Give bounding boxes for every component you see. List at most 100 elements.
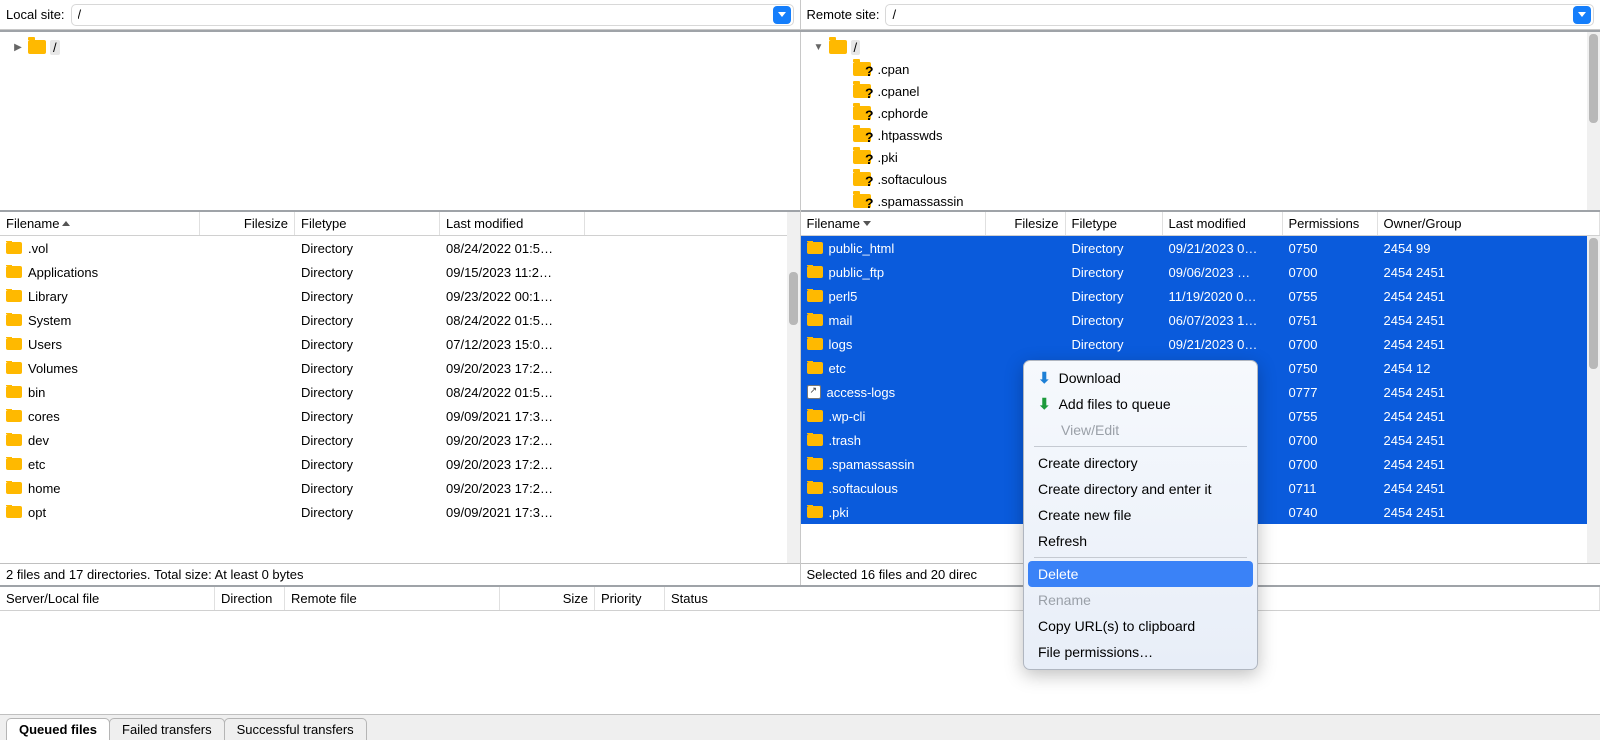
file-name: etc: [829, 361, 846, 376]
local-col-filesize[interactable]: Filesize: [200, 212, 295, 235]
queue-col-size[interactable]: Size: [500, 587, 595, 610]
remote-tree-item[interactable]: .cpan: [801, 58, 1600, 80]
file-name: home: [28, 481, 61, 496]
sort-asc-icon: [62, 221, 70, 226]
remote-site-input-wrap[interactable]: [885, 4, 1594, 26]
tree-item-label: .cpan: [875, 62, 913, 77]
table-row[interactable]: perl5Directory11/19/2020 0…07552454 2451: [801, 284, 1600, 308]
folder-icon: [807, 338, 823, 350]
queue-col-localfile[interactable]: Server/Local file: [0, 587, 215, 610]
table-row[interactable]: VolumesDirectory09/20/2023 17:2…: [0, 356, 800, 380]
table-row[interactable]: etcDirectory09/20/2023 17:2…: [0, 452, 800, 476]
local-tree-root[interactable]: ▶ /: [0, 36, 800, 58]
table-row[interactable]: devDirectory09/20/2023 17:2…: [0, 428, 800, 452]
table-row[interactable]: LibraryDirectory09/23/2022 00:1…: [0, 284, 800, 308]
ctx-create-directory[interactable]: Create directory: [1028, 450, 1253, 476]
file-name: dev: [28, 433, 49, 448]
queue-body[interactable]: [0, 611, 1600, 714]
file-name: .softaculous: [829, 481, 898, 496]
disclosure-right-icon[interactable]: ▶: [12, 42, 24, 53]
queue-header: Server/Local file Direction Remote file …: [0, 587, 1600, 611]
table-row[interactable]: .volDirectory08/24/2022 01:5…: [0, 236, 800, 260]
file-modified: 08/24/2022 01:5…: [446, 313, 553, 328]
file-name: Users: [28, 337, 62, 352]
local-list-scrollbar[interactable]: [787, 212, 800, 563]
local-site-input[interactable]: [78, 7, 773, 22]
file-type: Directory: [301, 313, 353, 328]
remote-tree-item[interactable]: .pki: [801, 146, 1600, 168]
table-row[interactable]: ApplicationsDirectory09/15/2023 11:2…: [0, 260, 800, 284]
local-col-filename[interactable]: Filename: [0, 212, 200, 235]
tab-successful-transfers[interactable]: Successful transfers: [224, 718, 367, 740]
queue-col-direction[interactable]: Direction: [215, 587, 285, 610]
download-icon: ⬇: [1038, 369, 1051, 387]
file-permissions: 0755: [1289, 289, 1318, 304]
remote-tree[interactable]: ▼ / .cpan .cpanel .cphorde.htpasswds.pki .s…: [801, 32, 1600, 212]
local-site-dropdown-button[interactable]: [773, 6, 791, 24]
remote-col-filetype[interactable]: Filetype: [1066, 212, 1163, 235]
folder-icon: [6, 338, 22, 350]
folder-unknown-icon: [853, 194, 871, 208]
tree-item-label: .cpanel: [875, 84, 923, 99]
remote-col-filename[interactable]: Filename: [801, 212, 986, 235]
remote-tree-item[interactable]: .cphorde: [801, 102, 1600, 124]
remote-col-modified[interactable]: Last modified: [1163, 212, 1283, 235]
file-owner: 2454 12: [1384, 361, 1431, 376]
disclosure-down-icon[interactable]: ▼: [813, 42, 825, 53]
table-row[interactable]: SystemDirectory08/24/2022 01:5…: [0, 308, 800, 332]
tab-failed-transfers[interactable]: Failed transfers: [109, 718, 225, 740]
remote-tree-scrollbar[interactable]: [1587, 32, 1600, 210]
queue-col-remotefile[interactable]: Remote file: [285, 587, 500, 610]
ctx-add-to-queue[interactable]: ⬇Add files to queue: [1028, 391, 1253, 417]
file-modified: 08/24/2022 01:5…: [446, 241, 553, 256]
ctx-download[interactable]: ⬇Download: [1028, 365, 1253, 391]
ctx-delete[interactable]: Delete: [1028, 561, 1253, 587]
folder-unknown-icon: [853, 62, 871, 76]
local-file-list[interactable]: Filename Filesize Filetype Last modified…: [0, 212, 800, 563]
table-row[interactable]: logsDirectory09/21/2023 0…07002454 2451: [801, 332, 1600, 356]
table-row[interactable]: binDirectory08/24/2022 01:5…: [0, 380, 800, 404]
remote-site-input[interactable]: [892, 7, 1573, 22]
folder-icon: [807, 266, 823, 278]
remote-col-owner[interactable]: Owner/Group: [1378, 212, 1600, 235]
remote-tree-root[interactable]: ▼ /: [801, 36, 1600, 58]
remote-list-scrollbar[interactable]: [1587, 236, 1600, 563]
ctx-create-file[interactable]: Create new file: [1028, 502, 1253, 528]
file-owner: 2454 2451: [1384, 409, 1445, 424]
table-row[interactable]: optDirectory09/09/2021 17:3…: [0, 500, 800, 524]
local-col-modified[interactable]: Last modified: [440, 212, 585, 235]
remote-site-dropdown-button[interactable]: [1573, 6, 1591, 24]
table-row[interactable]: coresDirectory09/09/2021 17:3…: [0, 404, 800, 428]
ctx-copy-url[interactable]: Copy URL(s) to clipboard: [1028, 613, 1253, 639]
file-owner: 2454 99: [1384, 241, 1431, 256]
table-row[interactable]: UsersDirectory07/12/2023 15:0…: [0, 332, 800, 356]
folder-icon: [807, 434, 823, 446]
local-site-input-wrap[interactable]: [71, 4, 794, 26]
queue-col-priority[interactable]: Priority: [595, 587, 665, 610]
folder-icon: [6, 458, 22, 470]
table-row[interactable]: public_htmlDirectory09/21/2023 0…0750245…: [801, 236, 1600, 260]
remote-list-header: Filename Filesize Filetype Last modified…: [801, 212, 1600, 236]
file-name: Volumes: [28, 361, 78, 376]
file-permissions: 0711: [1289, 481, 1317, 496]
remote-col-permissions[interactable]: Permissions: [1283, 212, 1378, 235]
remote-tree-item[interactable]: .htpasswds: [801, 124, 1600, 146]
remote-tree-item[interactable]: .spamassassin: [801, 190, 1600, 212]
file-permissions: 0700: [1289, 433, 1318, 448]
table-row[interactable]: mailDirectory06/07/2023 1…07512454 2451: [801, 308, 1600, 332]
remote-tree-item[interactable]: .softaculous: [801, 168, 1600, 190]
file-name: Library: [28, 289, 68, 304]
remote-tree-item[interactable]: .cpanel: [801, 80, 1600, 102]
table-row[interactable]: public_ftpDirectory09/06/2023 …07002454 …: [801, 260, 1600, 284]
tab-queued-files[interactable]: Queued files: [6, 718, 110, 740]
ctx-refresh[interactable]: Refresh: [1028, 528, 1253, 554]
table-row[interactable]: homeDirectory09/20/2023 17:2…: [0, 476, 800, 500]
file-name: perl5: [829, 289, 858, 304]
ctx-create-directory-enter[interactable]: Create directory and enter it: [1028, 476, 1253, 502]
local-col-filetype[interactable]: Filetype: [295, 212, 440, 235]
folder-icon: [807, 362, 823, 374]
ctx-file-permissions[interactable]: File permissions…: [1028, 639, 1253, 665]
remote-col-filesize[interactable]: Filesize: [986, 212, 1066, 235]
tree-item-label: .softaculous: [875, 172, 950, 187]
local-tree[interactable]: ▶ /: [0, 32, 800, 212]
